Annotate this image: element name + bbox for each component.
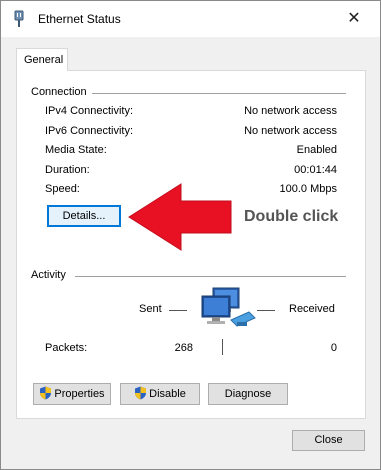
ipv6-label: IPv6 Connectivity: (45, 125, 134, 137)
duration-label: Duration: (45, 164, 90, 176)
activity-divider (75, 276, 346, 277)
media-state-value: Enabled (296, 144, 337, 156)
packets-divider (222, 339, 223, 355)
uac-shield-icon (135, 386, 147, 400)
connection-divider (92, 93, 346, 94)
properties-button[interactable]: Properties (33, 383, 111, 405)
close-button[interactable]: Close (292, 430, 365, 451)
disable-label: Disable (149, 388, 186, 400)
title-bar: Ethernet Status ✕ (1, 1, 380, 37)
sent-line (169, 310, 187, 311)
packets-sent-value: 268 (174, 342, 193, 354)
sent-label: Sent (139, 303, 162, 315)
ipv4-value: No network access (244, 105, 337, 117)
double-click-annotation: Double click (244, 208, 339, 225)
ethernet-plug-icon (14, 10, 24, 27)
disable-button[interactable]: Disable (120, 383, 200, 405)
window-title: Ethernet Status (38, 12, 121, 26)
packets-label: Packets: (45, 342, 88, 354)
ethernet-status-window: Ethernet Status ✕ General Connection IPv… (0, 0, 381, 470)
ipv6-value: No network access (244, 125, 337, 137)
network-computers-icon (201, 287, 256, 327)
media-state-label: Media State: (45, 144, 107, 156)
diagnose-button[interactable]: Diagnose (208, 383, 288, 405)
received-label: Received (289, 303, 335, 315)
connection-heading: Connection (31, 86, 87, 98)
ipv4-label: IPv4 Connectivity: (45, 105, 134, 117)
red-arrow-icon (128, 183, 232, 251)
speed-label: Speed: (45, 183, 80, 195)
details-button[interactable]: Details... (47, 205, 121, 227)
tab-general-label: General (24, 54, 64, 66)
packets-received-value: 0 (330, 342, 337, 354)
speed-value: 100.0 Mbps (279, 183, 337, 195)
properties-label: Properties (54, 388, 105, 400)
activity-heading: Activity (31, 269, 66, 281)
close-icon[interactable]: ✕ (339, 7, 369, 31)
duration-value: 00:01:44 (294, 164, 337, 176)
received-line (257, 310, 275, 311)
uac-shield-icon (40, 386, 52, 400)
tab-general[interactable]: General (16, 48, 68, 71)
